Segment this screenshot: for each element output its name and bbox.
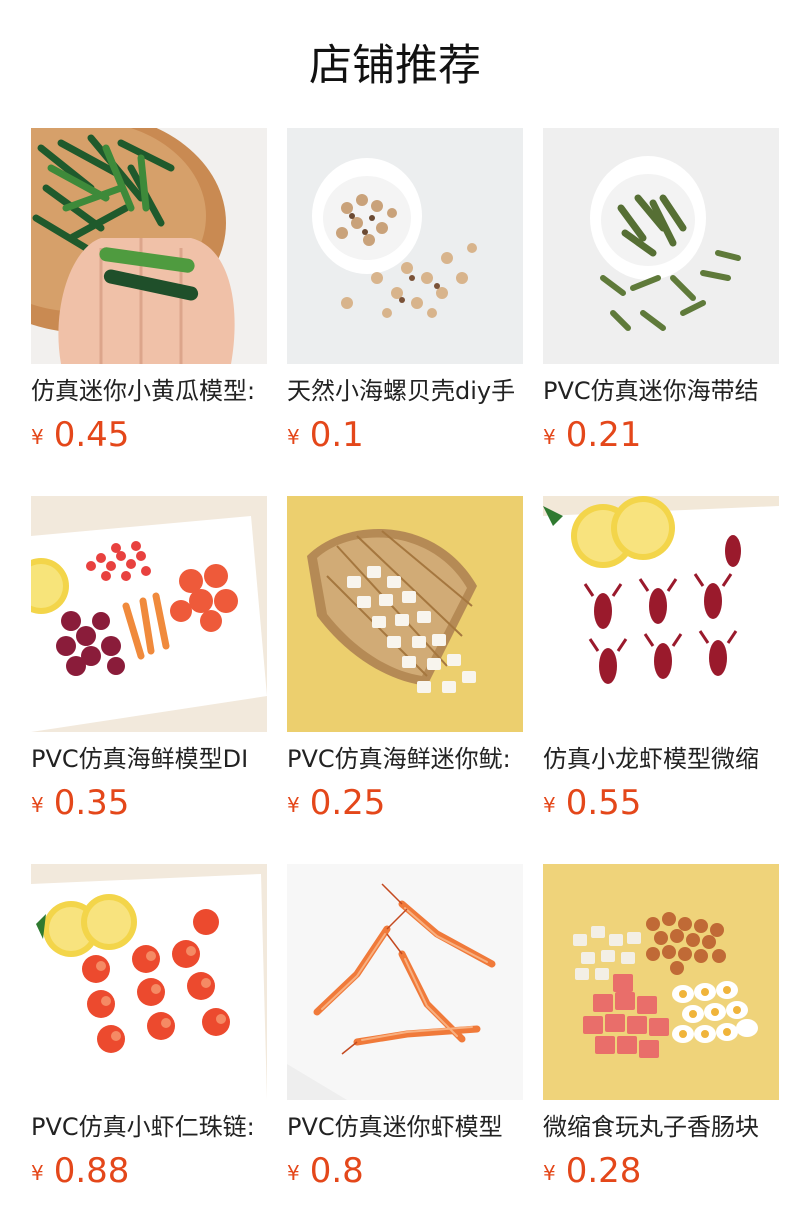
price-amount: 0.28: [565, 1151, 642, 1191]
price-amount: 0.88: [53, 1151, 130, 1191]
price-amount: 0.35: [53, 783, 130, 823]
product-price: ¥0.1: [287, 414, 523, 462]
product-card[interactable]: 天然小海螺贝壳diy手 ¥0.1: [287, 128, 523, 496]
price-amount: 0.1: [309, 415, 364, 455]
store-recommendations-page: 店铺推荐 仿真迷你小黄瓜模型: ¥ 0.45 天然小海螺贝壳diy手 ¥ 0.1…: [0, 0, 790, 1232]
currency-symbol: ¥: [543, 793, 556, 817]
product-price: ¥0.28: [543, 1150, 779, 1198]
product-price: ¥0.88: [31, 1150, 267, 1198]
product-price: ¥0.35: [31, 782, 267, 830]
product-card[interactable]: PVC仿真小虾仁珠链: ¥0.88: [31, 864, 267, 1232]
currency-symbol: ¥: [287, 1161, 300, 1185]
product-name[interactable]: PVC仿真海鲜模型DI: [31, 744, 267, 774]
product-price: ¥0.21: [543, 414, 779, 462]
currency-symbol: ¥: [543, 1161, 556, 1185]
product-name[interactable]: 微缩食玩丸子香肠块: [543, 1112, 779, 1142]
price-amount: 0.45: [53, 415, 130, 455]
product-image-squid-basket[interactable]: [287, 496, 523, 732]
product-name[interactable]: 仿真小龙虾模型微缩: [543, 744, 779, 774]
currency-symbol: ¥: [287, 793, 300, 817]
product-image-seashell[interactable]: [287, 128, 523, 364]
product-card[interactable]: 仿真小龙虾模型微缩 ¥0.55: [543, 496, 779, 864]
price-amount: 0.25: [309, 783, 386, 823]
currency-symbol: ¥: [31, 793, 44, 817]
product-price: ¥0.25: [287, 782, 523, 830]
page-title: 店铺推荐: [309, 41, 481, 91]
product-name[interactable]: PVC仿真迷你海带结: [543, 376, 779, 406]
product-image-cucumber[interactable]: [31, 128, 267, 364]
product-card[interactable]: PVC仿真海鲜迷你鱿: ¥0.25: [287, 496, 523, 864]
product-card[interactable]: PVC仿真迷你虾模型 ¥0.8: [287, 864, 523, 1232]
currency-symbol: ¥: [31, 1161, 44, 1185]
price-amount: 0.8: [309, 1151, 364, 1191]
product-image-shrimp-meat[interactable]: [31, 864, 267, 1100]
product-name[interactable]: 天然小海螺贝壳diy手: [287, 376, 523, 406]
product-image-seafood-mix[interactable]: [31, 496, 267, 732]
currency-symbol: ¥: [31, 425, 44, 449]
product-name[interactable]: PVC仿真迷你虾模型: [287, 1112, 523, 1142]
price-amount: 0.55: [565, 783, 642, 823]
product-grid: 仿真迷你小黄瓜模型: ¥0.45 天然小海螺贝壳diy手 ¥ 0.1 PVC仿真…: [31, 128, 779, 1232]
product-card[interactable]: PVC仿真迷你海带结 ¥0.21: [543, 128, 779, 496]
product-image-crayfish[interactable]: [543, 496, 779, 732]
product-name[interactable]: PVC仿真小虾仁珠链:: [31, 1112, 267, 1142]
product-card[interactable]: 仿真迷你小黄瓜模型: ¥0.45: [31, 128, 267, 496]
product-image-meatball-sausage[interactable]: [543, 864, 779, 1100]
price-amount: 0.21: [565, 415, 642, 455]
product-price: ¥0.8: [287, 1150, 523, 1198]
product-name[interactable]: 仿真迷你小黄瓜模型:: [31, 376, 267, 406]
product-image-kelp[interactable]: [543, 128, 779, 364]
product-name[interactable]: PVC仿真海鲜迷你鱿:: [287, 744, 523, 774]
product-card[interactable]: PVC仿真海鲜模型DI ¥0.35: [31, 496, 267, 864]
product-price: ¥0.55: [543, 782, 779, 830]
product-card[interactable]: 微缩食玩丸子香肠块 ¥0.28: [543, 864, 779, 1232]
currency-symbol: ¥: [543, 425, 556, 449]
product-image-shrimp[interactable]: [287, 864, 523, 1100]
currency-symbol: ¥: [287, 425, 300, 449]
product-price: ¥0.45: [31, 414, 267, 462]
